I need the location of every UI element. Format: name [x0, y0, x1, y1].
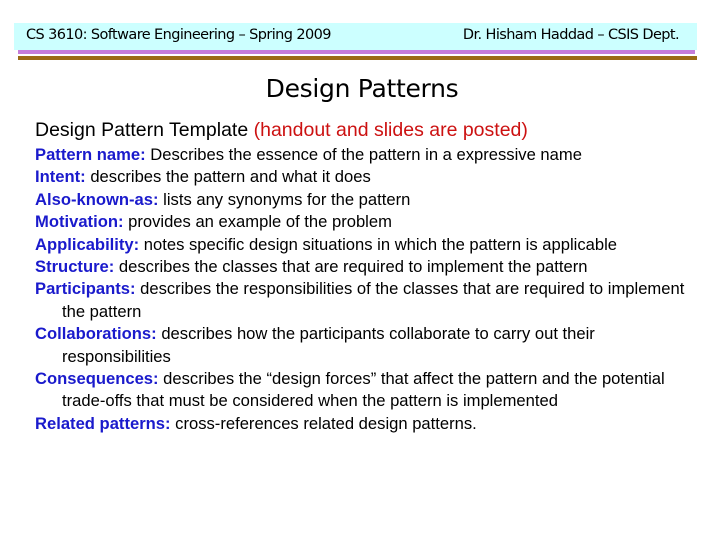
item-description: notes specific design situations in whic…	[139, 234, 617, 254]
item-description: describes the classes that are required …	[114, 257, 588, 277]
course-title: CS 3610: Software Engineering – Spring 2…	[26, 27, 331, 43]
item-description: provides an example of the problem	[123, 212, 392, 232]
list-item-consequences: Consequences: describes the “design forc…	[35, 368, 705, 413]
list-item-intent: Intent: describes the pattern and what i…	[35, 166, 705, 188]
item-description: cross-references related design patterns…	[170, 413, 477, 433]
item-term: Applicability:	[35, 234, 140, 254]
slide-title: Design Patterns	[265, 74, 459, 103]
template-heading-text: Design Pattern Template	[35, 119, 254, 141]
item-description: Describes the essence of the pattern in …	[145, 145, 582, 164]
header-rule-bottom	[18, 56, 697, 60]
header-rule-top	[18, 50, 695, 54]
template-heading-note: (handout and slides are posted)	[253, 119, 528, 141]
list-item-participants: Participants: describes the responsibili…	[35, 278, 705, 323]
template-heading: Design Pattern Template (handout and sli…	[35, 119, 528, 142]
item-description: describes the pattern and what it does	[85, 167, 371, 187]
item-term: Intent:	[35, 167, 86, 187]
item-term: Pattern name:	[35, 145, 146, 164]
template-elements-list: Pattern name: Describes the essence of t…	[35, 144, 705, 435]
item-term: Collaborations:	[35, 324, 157, 344]
item-term: Structure:	[35, 257, 115, 277]
instructor-name: Dr. Hisham Haddad – CSIS Dept.	[462, 27, 680, 43]
list-item-related-patterns: Related patterns: cross-references relat…	[35, 413, 705, 435]
list-item-applicability: Applicability: notes specific design sit…	[35, 234, 705, 256]
item-term: Motivation:	[35, 212, 124, 232]
item-description: lists any synonyms for the pattern	[158, 189, 411, 209]
list-item-pattern-name: Pattern name: Describes the essence of t…	[35, 144, 705, 166]
item-term: Participants:	[35, 279, 136, 299]
list-item-also-known-as: Also-known-as: lists any synonyms for th…	[35, 189, 705, 211]
list-item-collaborations: Collaborations: describes how the partic…	[35, 323, 705, 368]
item-term: Consequences:	[35, 369, 159, 389]
item-term: Also-known-as:	[35, 189, 159, 209]
list-item-structure: Structure: describes the classes that ar…	[35, 256, 705, 278]
item-term: Related patterns:	[35, 413, 171, 433]
item-description: describes the responsibilities of the cl…	[62, 279, 685, 321]
list-item-motivation: Motivation: provides an example of the p…	[35, 211, 705, 233]
header-band: CS 3610: Software Engineering – Spring 2…	[14, 23, 697, 50]
